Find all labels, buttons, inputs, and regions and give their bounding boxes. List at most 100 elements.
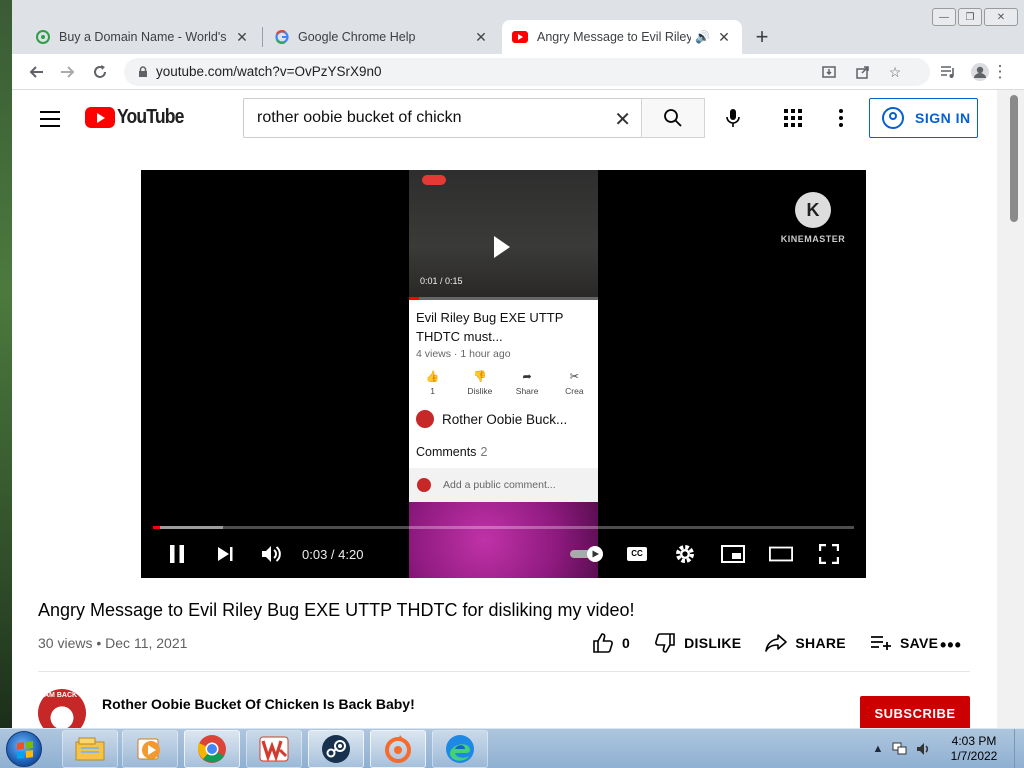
phone-channel: Rother Oobie Buck... [416,410,567,428]
close-tab-icon[interactable]: ✕ [234,29,250,46]
next-video-icon[interactable] [213,542,237,566]
settings-gear-icon[interactable] [673,542,697,566]
taskbar-origin[interactable] [370,730,426,768]
miniplayer-icon[interactable] [721,542,745,566]
clock-time: 4:03 PM [951,734,997,748]
show-desktop-button[interactable] [1014,729,1024,768]
phone-player-area: 0:01 / 0:15 [409,170,598,298]
close-tab-icon[interactable]: ✕ [473,29,489,46]
minimize-button[interactable]: — [932,8,956,26]
video-meta: 30 views • Dec 11, 2021 [38,635,187,651]
url-text: youtube.com/watch?v=OvPzYSrX9n0 [156,64,382,79]
share-icon [765,634,788,652]
lock-icon[interactable] [132,61,154,83]
audio-playing-icon[interactable]: 🔊 [695,30,710,44]
reload-icon[interactable] [88,60,112,84]
speaker-icon[interactable] [916,741,932,757]
taskbar-explorer[interactable] [62,730,118,768]
media-control-icon[interactable] [936,60,960,84]
taskbar-wps-office[interactable] [246,730,302,768]
scrollbar-thumb[interactable] [1010,95,1018,222]
youtube-logo-text: YouTube [117,106,184,128]
search-query-text: rother oobie bucket of chickn [257,109,462,126]
phone-actions: 👍 1 👎 Dislike ➦ Share ✂ Crea [409,370,598,396]
install-app-icon[interactable] [818,61,840,83]
wps-office-icon [259,736,289,762]
kinemaster-watermark: K KINEMASTER [778,192,848,244]
subtitles-cc-icon[interactable]: CC [627,547,647,561]
pause-icon[interactable] [165,542,189,566]
more-actions-icon[interactable]: ••• [940,635,962,656]
taskbar-edge[interactable] [432,730,488,768]
forward-icon[interactable] [56,60,80,84]
tab-title: Google Chrome Help [298,30,416,44]
new-tab-button[interactable]: + [750,24,774,50]
bookmark-star-icon[interactable]: ☆ [884,61,906,83]
tab-chrome-help[interactable]: Google Chrome Help ✕ [265,20,499,54]
back-icon[interactable] [24,60,48,84]
like-button[interactable]: 0 [592,633,630,653]
video-player[interactable]: 0:01 / 0:15 Evil Riley Bug EXE UTTP THDT… [141,170,866,578]
share-label: SHARE [795,635,846,651]
divider [38,671,970,672]
share-icon: ➦ [522,371,532,383]
phone-like: 👍 1 [409,370,456,396]
channel-avatar-text: AM BACK [44,692,78,699]
tab-youtube[interactable]: Angry Message to Evil Riley 🔊 ✕ [502,20,742,54]
settings-more-icon[interactable] [829,106,853,130]
origin-icon [385,735,411,763]
fullscreen-icon[interactable] [817,542,841,566]
search-button[interactable] [641,98,705,138]
search-icon [664,109,682,127]
share-page-icon[interactable] [852,61,874,83]
clear-search-icon[interactable]: ✕ [614,107,631,132]
create-icon: ✂ [569,371,579,383]
sign-in-button[interactable]: SIGN IN [869,98,978,138]
chrome-menu-icon[interactable]: ⋮ [988,60,1012,84]
restore-button[interactable]: ❐ [958,8,982,26]
youtube-header: YouTube rother oobie bucket of chickn ✕ … [12,90,997,146]
like-count: 0 [622,635,631,651]
network-icon[interactable] [892,741,908,757]
chrome-icon [197,735,226,763]
phone-video-title: Evil Riley Bug EXE UTTP THDTC must... [416,310,564,344]
steam-icon [322,735,350,763]
thumb-up-icon: 👍 [425,371,440,383]
search-input[interactable]: rother oobie bucket of chickn ✕ [243,98,642,138]
channel-name[interactable]: Rother Oobie Bucket Of Chicken Is Back B… [102,696,415,712]
voice-search-icon[interactable] [721,106,745,130]
share-button[interactable]: SHARE [765,634,846,652]
address-bar[interactable]: youtube.com/watch?v=OvPzYSrX9n0 ☆ [124,58,930,86]
kinemaster-logo-icon: K [795,192,831,228]
windows-logo-icon [17,741,33,759]
taskbar-steam[interactable] [308,730,364,768]
subscribe-button[interactable]: SUBSCRIBE [860,696,970,732]
theater-mode-icon[interactable] [769,542,793,566]
progress-played [153,526,160,529]
tab-domain[interactable]: Buy a Domain Name - World's Be ✕ [26,20,260,54]
close-tab-icon[interactable]: ✕ [716,29,732,46]
video-actions: 0 DISLIKE SHARE SAVE [592,633,962,653]
playlist-add-icon [870,636,891,650]
kinemaster-text: KINEMASTER [780,234,846,244]
close-window-button[interactable]: ✕ [984,8,1018,26]
player-controls: 0:03 / 4:20 CC [141,538,866,570]
system-clock[interactable]: 4:03 PM 1/7/2022 [940,734,1008,764]
youtube-logo[interactable]: YouTube [85,106,193,129]
video-progress-bar[interactable] [153,526,854,529]
view-count: 30 views [38,635,93,651]
tab-separator [262,27,263,47]
taskbar-media-player[interactable] [122,730,178,768]
dislike-button[interactable]: DISLIKE [654,633,741,653]
hamburger-menu-icon[interactable] [38,106,62,130]
save-button[interactable]: SAVE [870,635,938,651]
save-label: SAVE [899,635,939,651]
taskbar-chrome[interactable] [184,730,240,768]
start-button[interactable] [6,731,42,767]
volume-icon[interactable] [260,542,284,566]
apps-grid-icon[interactable] [781,106,805,130]
autoplay-toggle[interactable] [569,542,605,566]
tab-title: Buy a Domain Name - World's Be [59,30,228,44]
show-hidden-icons[interactable]: ▲ [870,741,886,757]
edge-icon [446,735,474,763]
